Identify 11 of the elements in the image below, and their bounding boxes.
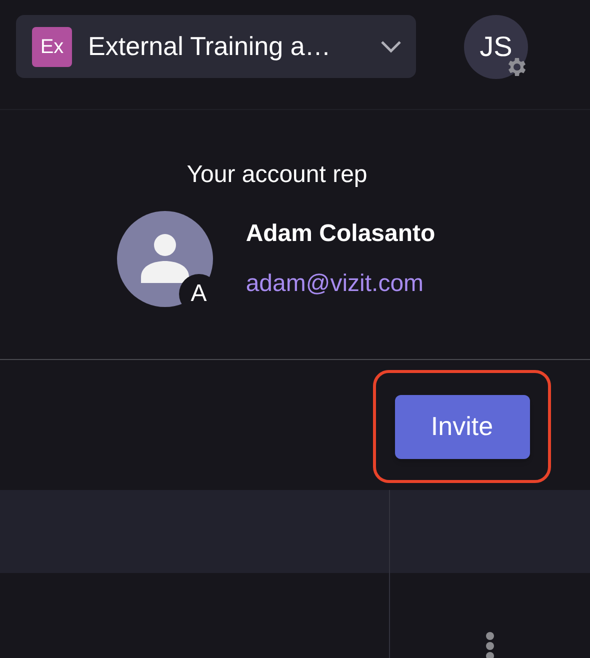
- workspace-badge: Ex: [32, 26, 72, 66]
- email-link[interactable]: adam@vizit.com: [246, 266, 436, 302]
- rep-name: Adam Colasanto: [246, 219, 436, 249]
- workspace-selector[interactable]: Ex External Training a…: [16, 15, 416, 78]
- person-icon: [138, 233, 191, 285]
- user-avatar[interactable]: JS: [464, 15, 528, 79]
- chevron-down-icon: [380, 40, 402, 54]
- section-heading: Your account rep: [186, 160, 368, 190]
- workspace-name: External Training a…: [88, 30, 332, 63]
- more-options-icon[interactable]: [485, 631, 495, 658]
- invite-button[interactable]: Invite: [394, 394, 530, 458]
